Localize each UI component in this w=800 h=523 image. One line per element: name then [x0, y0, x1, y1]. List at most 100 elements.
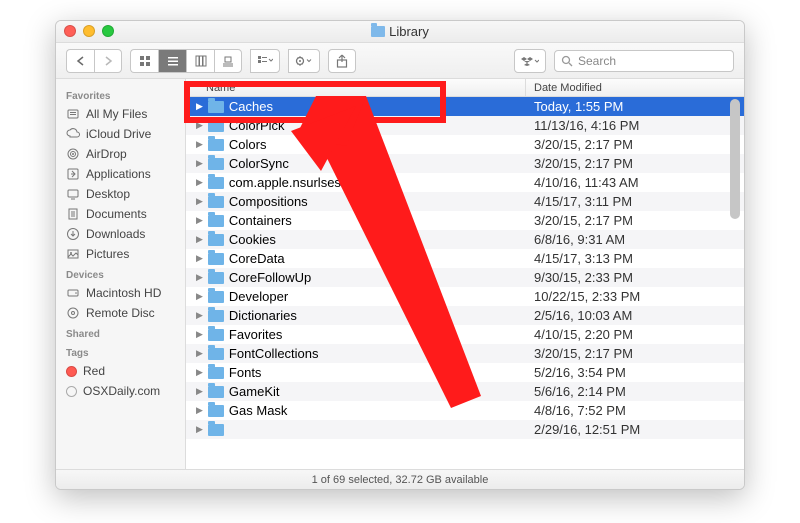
table-row[interactable]: ▶CachesToday, 1:55 PM	[186, 97, 744, 116]
arrange-button[interactable]	[250, 49, 280, 73]
table-row[interactable]: ▶ColorSync3/20/15, 2:17 PM	[186, 154, 744, 173]
sidebar-item-label: Desktop	[86, 187, 130, 201]
table-row[interactable]: ▶FontCollections3/20/15, 2:17 PM	[186, 344, 744, 363]
cloud-icon	[66, 127, 80, 141]
column-name-header[interactable]: Name	[186, 79, 526, 96]
table-row[interactable]: ▶ Cookies 6/8/16, 9:31 AM	[186, 230, 744, 249]
disclosure-triangle-icon[interactable]: ▶	[196, 291, 203, 302]
close-window-button[interactable]	[64, 25, 76, 37]
sidebar-item[interactable]: AirDrop	[56, 144, 185, 164]
table-row[interactable]: ▶Compositions4/15/17, 3:11 PM	[186, 192, 744, 211]
disclosure-triangle-icon[interactable]: ▶	[196, 424, 203, 435]
table-row[interactable]: ▶Gas Mask4/8/16, 7:52 PM	[186, 401, 744, 420]
pictures-icon	[66, 247, 80, 261]
titlebar[interactable]: Library	[56, 21, 744, 43]
sidebar-item[interactable]: Pictures	[56, 244, 185, 264]
hd-icon	[66, 286, 80, 300]
disclosure-triangle-icon[interactable]: ▶	[196, 253, 203, 264]
folder-icon	[208, 291, 224, 303]
table-row[interactable]: ▶Developer10/22/15, 2:33 PM	[186, 287, 744, 306]
disclosure-triangle-icon[interactable]: ▶	[196, 329, 203, 340]
tag-dot-icon	[66, 386, 77, 397]
date-modified: 4/8/16, 7:52 PM	[526, 403, 744, 418]
table-row[interactable]: ▶2/29/16, 12:51 PM	[186, 420, 744, 439]
apps-icon	[66, 167, 80, 181]
disclosure-triangle-icon[interactable]: ▶	[196, 101, 203, 112]
sidebar-item[interactable]: iCloud Drive	[56, 124, 185, 144]
file-list[interactable]: ▶CachesToday, 1:55 PM▶ColorPick11/13/16,…	[186, 97, 744, 469]
sidebar-section-header: Shared	[56, 323, 185, 342]
sidebar-item[interactable]: OSXDaily.com	[56, 381, 185, 401]
tag-dot-icon	[66, 366, 77, 377]
all-files-icon	[66, 107, 80, 121]
date-modified: 6/8/16, 9:31 AM	[526, 232, 744, 247]
airdrop-icon	[66, 147, 80, 161]
folder-icon	[208, 253, 224, 265]
disclosure-triangle-icon[interactable]: ▶	[196, 120, 203, 131]
date-modified: 4/10/15, 2:20 PM	[526, 327, 744, 342]
folder-icon	[371, 26, 385, 37]
table-row[interactable]: ▶ColorPick11/13/16, 4:16 PM	[186, 116, 744, 135]
column-date-header[interactable]: Date Modified	[526, 79, 744, 96]
table-row[interactable]: ▶com.apple.nsurlsessiond4/10/16, 11:43 A…	[186, 173, 744, 192]
disclosure-triangle-icon[interactable]: ▶	[196, 139, 203, 150]
folder-icon	[208, 120, 224, 132]
sidebar: FavoritesAll My FilesiCloud DriveAirDrop…	[56, 79, 186, 469]
scrollbar-thumb[interactable]	[730, 99, 740, 219]
sidebar-item[interactable]: Documents	[56, 204, 185, 224]
vertical-scrollbar[interactable]	[728, 99, 742, 449]
table-row[interactable]: ▶CoreFollowUp9/30/15, 2:33 PM	[186, 268, 744, 287]
window-body: FavoritesAll My FilesiCloud DriveAirDrop…	[56, 79, 744, 469]
disclosure-triangle-icon[interactable]: ▶	[196, 405, 203, 416]
table-row[interactable]: ▶GameKit5/6/16, 2:14 PM	[186, 382, 744, 401]
disclosure-triangle-icon[interactable]: ▶	[196, 310, 203, 321]
sidebar-item[interactable]: Red	[56, 361, 185, 381]
date-modified: 3/20/15, 2:17 PM	[526, 137, 744, 152]
file-name: GameKit	[229, 384, 280, 399]
sidebar-item-label: All My Files	[86, 107, 147, 121]
table-row[interactable]: ▶Containers3/20/15, 2:17 PM	[186, 211, 744, 230]
coverflow-view-button[interactable]	[214, 49, 242, 73]
disclosure-triangle-icon[interactable]: ▶	[196, 234, 203, 245]
dropbox-button[interactable]	[514, 49, 546, 73]
share-button[interactable]	[328, 49, 356, 73]
zoom-window-button[interactable]	[102, 25, 114, 37]
disclosure-triangle-icon[interactable]: ▶	[196, 367, 203, 378]
disclosure-triangle-icon[interactable]: ▶	[196, 348, 203, 359]
sidebar-item[interactable]: Macintosh HD	[56, 283, 185, 303]
sidebar-item[interactable]: All My Files	[56, 104, 185, 124]
column-view-button[interactable]	[186, 49, 214, 73]
disclosure-triangle-icon[interactable]: ▶	[196, 196, 203, 207]
view-mode-buttons	[130, 49, 242, 73]
sidebar-item-label: Pictures	[86, 247, 129, 261]
action-button[interactable]	[288, 49, 320, 73]
table-row[interactable]: ▶Fonts5/2/16, 3:54 PM	[186, 363, 744, 382]
sidebar-item-label: Documents	[86, 207, 147, 221]
table-row[interactable]: ▶Dictionaries2/5/16, 10:03 AM	[186, 306, 744, 325]
date-modified: 4/15/17, 3:11 PM	[526, 194, 744, 209]
table-row[interactable]: ▶CoreData4/15/17, 3:13 PM	[186, 249, 744, 268]
sidebar-item[interactable]: Desktop	[56, 184, 185, 204]
disclosure-triangle-icon[interactable]: ▶	[196, 158, 203, 169]
table-row[interactable]: ▶Favorites4/10/15, 2:20 PM	[186, 325, 744, 344]
sidebar-item[interactable]: Remote Disc	[56, 303, 185, 323]
sidebar-item[interactable]: Downloads	[56, 224, 185, 244]
nav-buttons	[66, 49, 122, 73]
table-row[interactable]: ▶Colors3/20/15, 2:17 PM	[186, 135, 744, 154]
disclosure-triangle-icon[interactable]: ▶	[196, 386, 203, 397]
folder-icon	[208, 215, 224, 227]
search-placeholder: Search	[578, 54, 616, 68]
folder-icon	[208, 234, 224, 246]
disclosure-triangle-icon[interactable]: ▶	[196, 177, 203, 188]
sidebar-item[interactable]: Applications	[56, 164, 185, 184]
list-view-button[interactable]	[158, 49, 186, 73]
minimize-window-button[interactable]	[83, 25, 95, 37]
search-field[interactable]: Search	[554, 50, 734, 72]
icon-view-button[interactable]	[130, 49, 158, 73]
forward-button[interactable]	[94, 49, 122, 73]
file-name: Dictionaries	[229, 308, 297, 323]
disclosure-triangle-icon[interactable]: ▶	[196, 272, 203, 283]
disclosure-triangle-icon[interactable]: ▶	[196, 215, 203, 226]
back-button[interactable]	[66, 49, 94, 73]
file-name: Cookies	[229, 232, 276, 247]
